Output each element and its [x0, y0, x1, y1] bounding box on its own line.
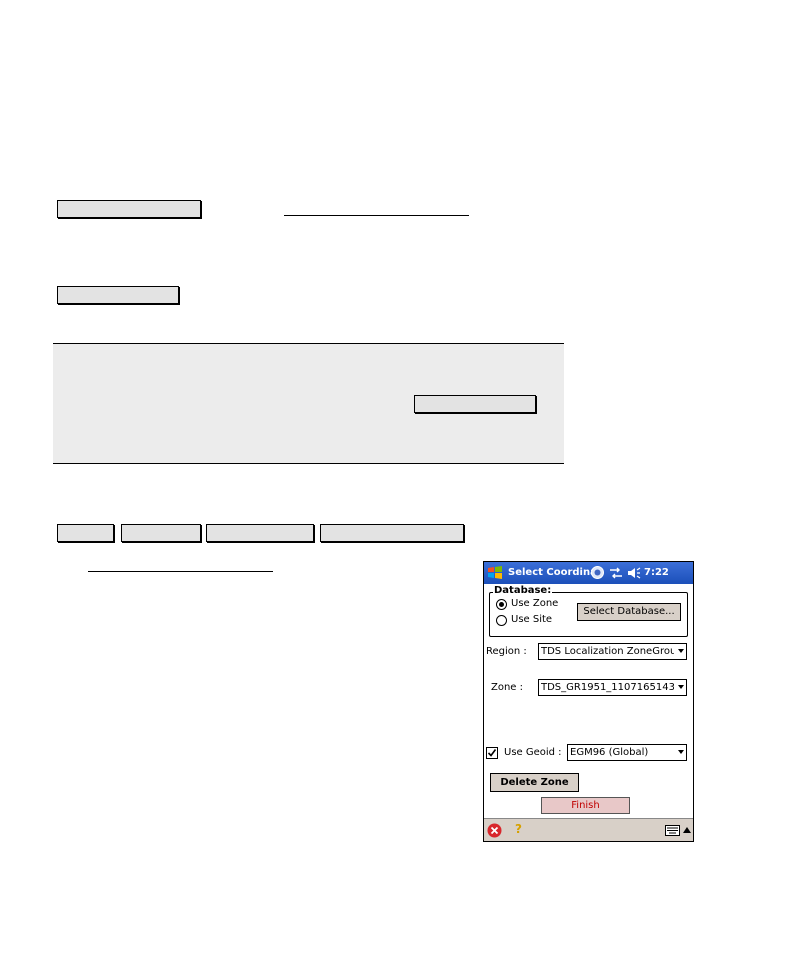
speaker-icon[interactable] [627, 567, 641, 579]
region-value: TDS Localization ZoneGroup [541, 646, 674, 657]
checkmark-icon [487, 749, 497, 757]
up-arrow-icon[interactable] [683, 827, 691, 833]
zone-value: TDS_GR1951_1107165143 [541, 682, 674, 693]
placeholder-tab-1 [57, 524, 114, 542]
keyboard-icon[interactable] [665, 825, 680, 836]
database-group: Database: Use Zone Use Site Select Datab… [489, 585, 688, 637]
close-icon[interactable] [487, 823, 502, 838]
select-database-button[interactable]: Select Database... [577, 603, 681, 621]
finish-button[interactable]: Finish [541, 797, 630, 814]
placeholder-box-1 [57, 200, 201, 218]
placeholder-box-2 [57, 286, 179, 304]
chevron-down-icon [678, 750, 684, 754]
title-bar: Select Coordina 7:22 [484, 562, 693, 584]
connection-icon[interactable] [609, 567, 623, 579]
placeholder-panel [53, 343, 564, 464]
placeholder-tab-2 [121, 524, 201, 542]
bottom-bar: ? [484, 818, 693, 841]
region-select[interactable]: TDS Localization ZoneGroup [538, 643, 687, 660]
select-database-label: Select Database... [583, 606, 675, 617]
placeholder-tab-4 [320, 524, 464, 542]
finish-label: Finish [571, 800, 600, 811]
geoid-value: EGM96 (Global) [570, 747, 649, 758]
use-site-radio[interactable] [496, 615, 507, 626]
sync-icon[interactable] [591, 566, 604, 579]
chevron-down-icon [678, 649, 684, 653]
use-geoid-label: Use Geoid : [504, 747, 562, 758]
placeholder-box-3 [414, 395, 536, 413]
region-label: Region : [486, 646, 527, 657]
clock: 7:22 [644, 567, 669, 578]
help-icon[interactable]: ? [515, 822, 522, 836]
geoid-select[interactable]: EGM96 (Global) [567, 744, 687, 761]
delete-zone-button[interactable]: Delete Zone [490, 773, 579, 792]
windows-logo-icon[interactable] [486, 564, 504, 582]
chevron-down-icon [678, 685, 684, 689]
database-group-label: Database: [493, 585, 553, 596]
placeholder-line-1 [284, 215, 469, 216]
use-zone-label: Use Zone [511, 598, 559, 609]
window-title: Select Coordina [508, 567, 597, 578]
delete-zone-label: Delete Zone [500, 777, 569, 788]
use-geoid-checkbox[interactable] [486, 747, 498, 759]
use-site-label: Use Site [511, 614, 553, 625]
zone-label: Zone : [491, 682, 524, 693]
placeholder-tab-3 [206, 524, 314, 542]
zone-select[interactable]: TDS_GR1951_1107165143 [538, 679, 687, 696]
use-zone-radio[interactable] [496, 599, 507, 610]
pda-screenshot: Select Coordina 7:22 Database: Use Zone … [483, 561, 694, 842]
placeholder-line-2 [88, 571, 273, 572]
